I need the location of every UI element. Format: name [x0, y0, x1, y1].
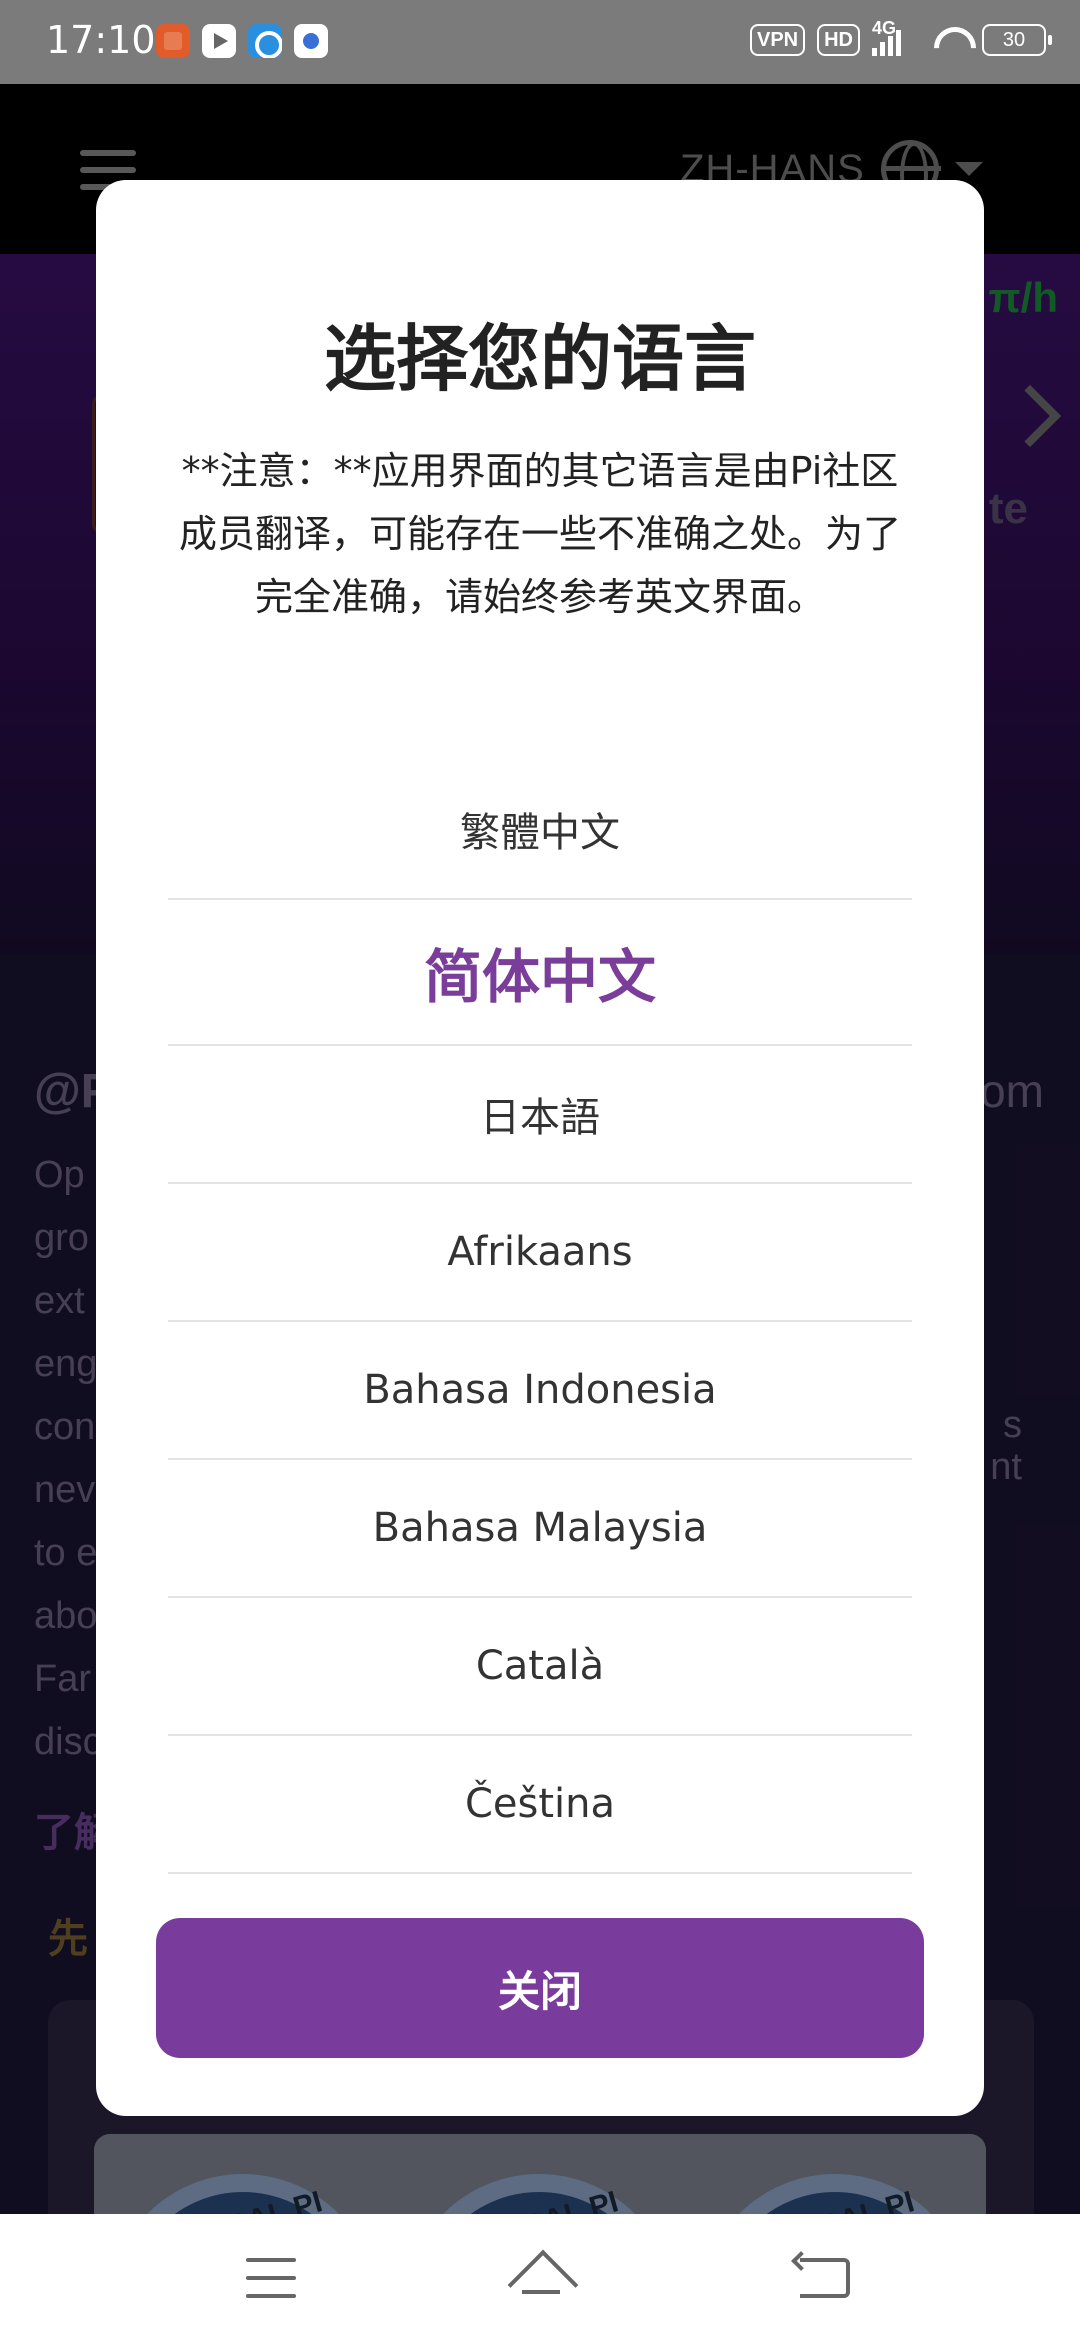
- modal-title: 选择您的语言: [323, 317, 756, 401]
- signal-icon: 4G: [872, 18, 918, 58]
- app-notification-icon: [156, 24, 190, 58]
- battery-icon: 30: [982, 24, 1052, 56]
- browser-notification-icon: [248, 24, 282, 58]
- close-button[interactable]: 关闭: [156, 1918, 924, 2058]
- nav-menu-icon[interactable]: [246, 2258, 296, 2298]
- language-option-cs[interactable]: Čeština: [168, 1736, 912, 1874]
- language-option-ca[interactable]: Català: [168, 1598, 912, 1736]
- language-option-zh-hans[interactable]: 简体中文: [168, 900, 912, 1046]
- status-bar: 17:10 VPN HD 4G 30: [0, 0, 1080, 84]
- system-nav-bar: [0, 2214, 1080, 2340]
- language-list: 繁體中文 简体中文 日本語 Afrikaans Bahasa Indonesia…: [168, 760, 912, 1874]
- wifi-icon: [930, 25, 970, 55]
- status-indicators: VPN HD 4G 30: [749, 18, 1052, 58]
- language-option-id[interactable]: Bahasa Indonesia: [168, 1322, 912, 1460]
- language-option-zh-hant[interactable]: 繁體中文: [168, 760, 912, 900]
- hd-indicator: HD: [817, 24, 860, 56]
- translation-note: **注意：**应用界面的其它语言是由Pi社区成员翻译，可能存在一些不准确之处。为…: [178, 449, 901, 619]
- play-notification-icon: [202, 24, 236, 58]
- status-time: 17:10: [46, 18, 156, 62]
- vpn-indicator: VPN: [749, 24, 806, 56]
- language-option-ja[interactable]: 日本語: [168, 1046, 912, 1184]
- nav-back-icon[interactable]: [800, 2258, 850, 2298]
- baidu-notification-icon: [294, 24, 328, 58]
- language-modal: 选择您的语言 **注意：**应用界面的其它语言是由Pi社区成员翻译，可能存在一些…: [96, 180, 984, 2116]
- notification-icons: [156, 24, 328, 58]
- language-option-af[interactable]: Afrikaans: [168, 1184, 912, 1322]
- nav-home-icon[interactable]: [506, 2254, 576, 2300]
- language-option-ms[interactable]: Bahasa Malaysia: [168, 1460, 912, 1598]
